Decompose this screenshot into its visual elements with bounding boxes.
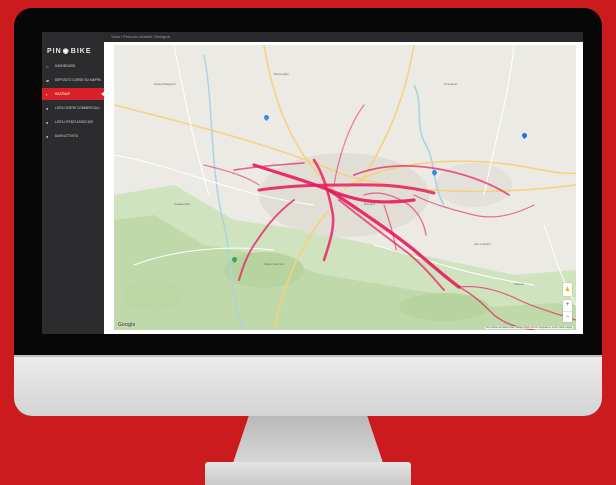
zoom-out-button[interactable]: − xyxy=(563,311,572,322)
sidebar-item-centri[interactable]: ● LISTA CENTRI COMMERCIALI xyxy=(42,102,104,114)
monitor-screen: Vista / Percorsi ciclabili / Bologna PIN… xyxy=(42,32,583,334)
svg-text:Bentivoglio: Bentivoglio xyxy=(274,72,289,76)
heatmap-map[interactable]: Castel Maggiore Bentivoglio Granarolo Bo… xyxy=(114,45,576,330)
sidebar-item-utenti[interactable]: ● LISTA UTENTI ASSOCIATI xyxy=(42,116,104,128)
map-icon: ▰ xyxy=(46,77,50,83)
users-icon: ● xyxy=(46,119,49,125)
app-logo[interactable]: PIN◉BIKE xyxy=(47,47,92,55)
pin-icon: ◉ xyxy=(62,48,70,55)
park-area xyxy=(124,279,184,311)
svg-text:Sasso Marconi: Sasso Marconi xyxy=(264,262,284,266)
main-content: Castel Maggiore Bentivoglio Granarolo Bo… xyxy=(104,42,583,334)
monitor-chin xyxy=(14,355,602,416)
sidebar-nav: ⌂ DASHBOARD ▰ DEPOSITO CORSE SU MAPPA ▪ … xyxy=(42,60,104,144)
home-icon: ⌂ xyxy=(46,63,49,69)
pegman-icon[interactable]: ♟ xyxy=(563,283,572,296)
sidebar-item-heatmap[interactable]: ▪ HEATMAP xyxy=(42,88,104,100)
logo-text-left: PIN xyxy=(47,48,62,55)
map-attribution[interactable]: Scorciatoie da tastiera Dati mappa ©2021… xyxy=(484,326,573,329)
logo-text-right: BIKE xyxy=(70,48,92,55)
svg-text:Pianoro: Pianoro xyxy=(514,282,525,286)
google-logo: Google xyxy=(118,322,136,328)
svg-text:San Lazzaro: San Lazzaro xyxy=(474,242,491,246)
sidebar-item-label: DEPOSITO CORSE SU MAPPA xyxy=(55,78,101,82)
zoom-control: + − xyxy=(563,300,572,322)
map-canvas: Castel Maggiore Bentivoglio Granarolo Bo… xyxy=(114,45,576,330)
sidebar: PIN◉BIKE ⌂ DASHBOARD ▰ DEPOSITO CORSE SU… xyxy=(42,32,104,334)
city-area xyxy=(436,163,512,207)
heat-icon: ▪ xyxy=(46,91,48,97)
sidebar-item-label: LISTA UTENTI ASSOCIATI xyxy=(55,120,94,124)
journal-icon: ● xyxy=(46,133,49,139)
sidebar-item-diari[interactable]: ● DIARI ATTIVITÀ xyxy=(42,130,104,142)
svg-text:Castel Maggiore: Castel Maggiore xyxy=(154,82,176,86)
zoom-in-button[interactable]: + xyxy=(563,300,572,311)
top-bar: Vista / Percorsi ciclabili / Bologna xyxy=(42,32,583,42)
sidebar-item-label: DASHBOARD xyxy=(55,64,76,68)
sidebar-item-label: HEATMAP xyxy=(55,92,71,96)
store-icon: ● xyxy=(46,105,49,111)
sidebar-item-deposito[interactable]: ▰ DEPOSITO CORSE SU MAPPA xyxy=(42,74,104,86)
monitor-stand-base xyxy=(205,462,411,485)
svg-text:Casalecchio: Casalecchio xyxy=(174,202,191,206)
svg-text:Granarolo: Granarolo xyxy=(444,82,458,86)
sidebar-item-label: DIARI ATTIVITÀ xyxy=(55,134,78,138)
sidebar-item-dashboard[interactable]: ⌂ DASHBOARD xyxy=(42,60,104,72)
svg-text:Bologna: Bologna xyxy=(364,202,375,206)
breadcrumb: Vista / Percorsi ciclabili / Bologna xyxy=(111,34,170,39)
sidebar-item-label: LISTA CENTRI COMMERCIALI xyxy=(55,106,100,110)
